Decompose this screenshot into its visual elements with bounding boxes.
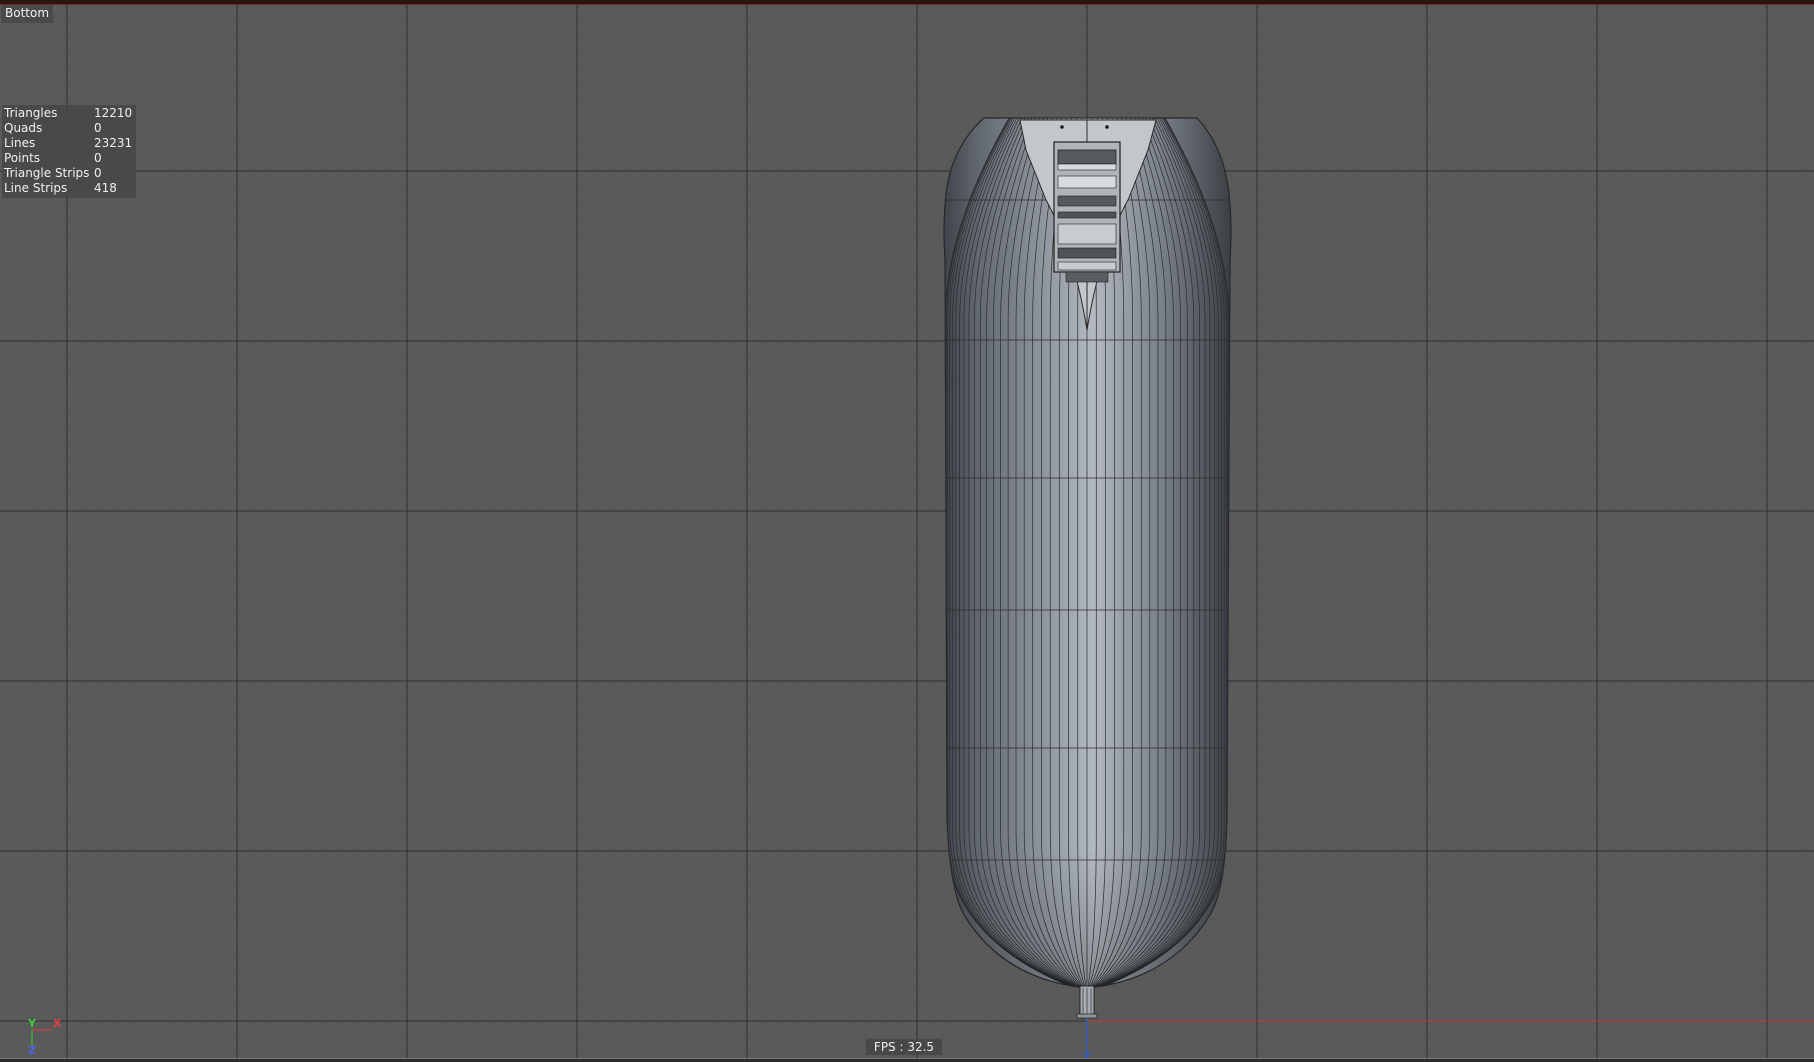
stats-row-lines: Lines 23231: [2, 136, 136, 151]
stats-value: 0: [94, 121, 102, 135]
stats-row-triangles: Triangles 12210: [2, 106, 136, 121]
stats-row-quads: Quads 0: [2, 121, 136, 136]
stats-row-points: Points 0: [2, 151, 136, 166]
stats-label: Lines: [4, 136, 36, 150]
major-grid: [0, 0, 1814, 1062]
3d-viewport[interactable]: Bottom Triangles 12210 Quads 0 Lines 232…: [0, 0, 1814, 1062]
stats-label: Triangle Strips: [4, 166, 90, 180]
fps-counter: FPS : 32.5: [866, 1039, 942, 1055]
stats-label: Triangles: [4, 106, 58, 120]
gizmo-y-label: Y: [28, 1017, 36, 1030]
minor-grid: [0, 0, 1814, 1062]
stats-value: 23231: [94, 136, 133, 150]
stats-row-line-strips: Line Strips 418: [2, 181, 136, 196]
stats-label: Quads: [4, 121, 43, 135]
hull-shadow: [944, 850, 1231, 988]
render-stats-panel: Triangles 12210 Quads 0 Lines 23231 Poin…: [2, 105, 136, 198]
view-name-label[interactable]: Bottom: [1, 5, 54, 23]
stats-value: 0: [94, 151, 102, 165]
stats-value: 12210: [94, 106, 133, 120]
stats-value: 0: [94, 166, 102, 180]
stats-label: Points: [4, 151, 41, 165]
tail-nozzle: [1076, 985, 1098, 1019]
viewport-bottom-border: [0, 1058, 1814, 1062]
gizmo-z-label: Z: [28, 1044, 36, 1057]
stats-label: Line Strips: [4, 181, 68, 195]
stats-row-triangle-strips: Triangle Strips 0: [2, 166, 136, 181]
viewport-canvas[interactable]: [0, 0, 1814, 1062]
stats-value: 418: [94, 181, 117, 195]
mesh-model[interactable]: [930, 117, 1250, 1019]
viewport-top-border: [0, 0, 1814, 5]
gizmo-x-label: X: [53, 1017, 62, 1030]
